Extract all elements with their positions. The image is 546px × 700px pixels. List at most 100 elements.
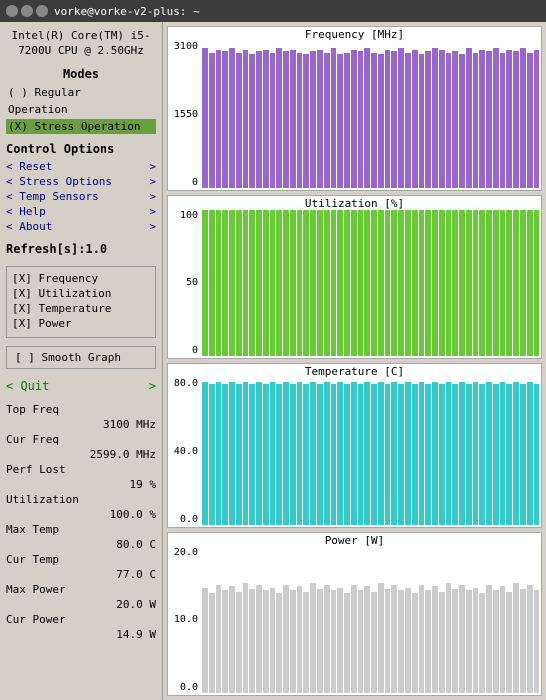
bar <box>317 589 323 693</box>
bar <box>534 384 540 525</box>
bar <box>364 48 370 187</box>
mode-operation[interactable]: Operation <box>6 102 156 117</box>
bar <box>513 382 519 524</box>
bar <box>527 382 533 524</box>
title-bar: vorke@vorke-v2-plus: ~ <box>0 0 546 22</box>
bar <box>378 210 384 357</box>
bar <box>283 382 289 524</box>
bar <box>216 382 222 524</box>
stat-cur-temp-label: Cur Temp <box>6 553 59 566</box>
bar <box>466 384 472 525</box>
bar <box>479 384 485 525</box>
temperature-bars <box>200 378 541 527</box>
control-about[interactable]: < About> <box>6 219 156 234</box>
bar <box>202 48 208 187</box>
bar <box>358 590 364 693</box>
bar <box>419 382 425 524</box>
bar <box>358 51 364 187</box>
bar <box>534 590 540 693</box>
freq-y-bot: 0 <box>168 177 198 188</box>
bar <box>364 210 370 357</box>
bar <box>202 382 208 524</box>
control-temp-sensors[interactable]: < Temp Sensors> <box>6 189 156 204</box>
bar <box>473 210 479 357</box>
control-help[interactable]: < Help> <box>6 204 156 219</box>
bar <box>351 210 357 357</box>
cb-utilization[interactable]: [X] Utilization <box>12 287 150 300</box>
bar <box>486 51 492 187</box>
bar <box>513 210 519 357</box>
frequency-chart: Frequency [MHz] 3100 1550 0 <box>167 26 542 191</box>
bar <box>249 589 255 693</box>
temperature-y-axis: 80.0 40.0 0.0 <box>168 364 200 527</box>
stat-top-freq-number: 3100 MHz <box>103 418 156 431</box>
stat-util-label: Utilization <box>6 493 79 506</box>
temp-y-bot: 0.0 <box>168 514 198 525</box>
bar <box>412 210 418 357</box>
bar <box>243 50 249 188</box>
maximize-button[interactable] <box>36 5 48 17</box>
close-button[interactable] <box>6 5 18 17</box>
bar <box>324 210 330 357</box>
bar <box>459 210 465 357</box>
bar <box>466 48 472 187</box>
bar <box>385 210 391 357</box>
bar <box>534 210 540 357</box>
bar <box>364 382 370 524</box>
bar <box>276 210 282 357</box>
bar <box>371 384 377 525</box>
cb-power[interactable]: [X] Power <box>12 317 150 330</box>
bar <box>405 382 411 524</box>
quit-item[interactable]: < Quit > <box>6 379 156 393</box>
bar <box>270 588 276 693</box>
bar <box>290 384 296 525</box>
control-stress-options[interactable]: < Stress Options> <box>6 174 156 189</box>
mode-stress[interactable]: (X) Stress Operation <box>6 119 156 134</box>
bar <box>506 210 512 357</box>
bar <box>310 210 316 357</box>
bar <box>337 54 343 187</box>
bar <box>506 592 512 693</box>
power-chart: Power [W] 20.0 10.0 0.0 <box>167 532 542 697</box>
bar <box>432 48 438 187</box>
refresh-info: Refresh[s]:1.0 <box>6 242 156 256</box>
bar <box>358 210 364 357</box>
bar <box>371 210 377 357</box>
bar <box>222 210 228 357</box>
stat-cur-freq-label: Cur Freq <box>6 433 59 446</box>
power-y-mid: 10.0 <box>168 614 198 625</box>
bar <box>344 53 350 188</box>
frequency-bars <box>200 41 541 190</box>
bar <box>500 210 506 357</box>
temperature-chart: Temperature [C] 80.0 40.0 0.0 <box>167 363 542 528</box>
frequency-chart-title: Frequency [MHz] <box>168 28 541 41</box>
control-reset[interactable]: < Reset> <box>6 159 156 174</box>
control-section: Control Options < Reset> < Stress Option… <box>6 142 156 234</box>
bar <box>337 382 343 524</box>
bar <box>216 210 222 357</box>
bar <box>202 210 208 357</box>
bar <box>439 384 445 525</box>
mode-regular[interactable]: ( ) Regular <box>6 85 156 100</box>
bar <box>446 210 452 357</box>
bar <box>439 210 445 357</box>
bar <box>446 382 452 524</box>
bar <box>534 50 540 188</box>
cb-frequency[interactable]: [X] Frequency <box>12 272 150 285</box>
stat-top-freq-val: 3100 MHz <box>6 418 156 431</box>
minimize-button[interactable] <box>21 5 33 17</box>
bar <box>344 210 350 357</box>
window-controls[interactable] <box>6 5 48 17</box>
bar <box>303 384 309 525</box>
utilization-y-axis: 100 50 0 <box>168 196 200 359</box>
smooth-graph-button[interactable]: [ ] Smooth Graph <box>6 346 156 369</box>
cb-temperature[interactable]: [X] Temperature <box>12 302 150 315</box>
bar <box>243 583 249 693</box>
bar <box>520 48 526 187</box>
bar <box>493 590 499 693</box>
bar <box>452 51 458 187</box>
bar <box>520 210 526 357</box>
bar <box>520 384 526 525</box>
bar <box>500 53 506 188</box>
bar <box>446 583 452 693</box>
